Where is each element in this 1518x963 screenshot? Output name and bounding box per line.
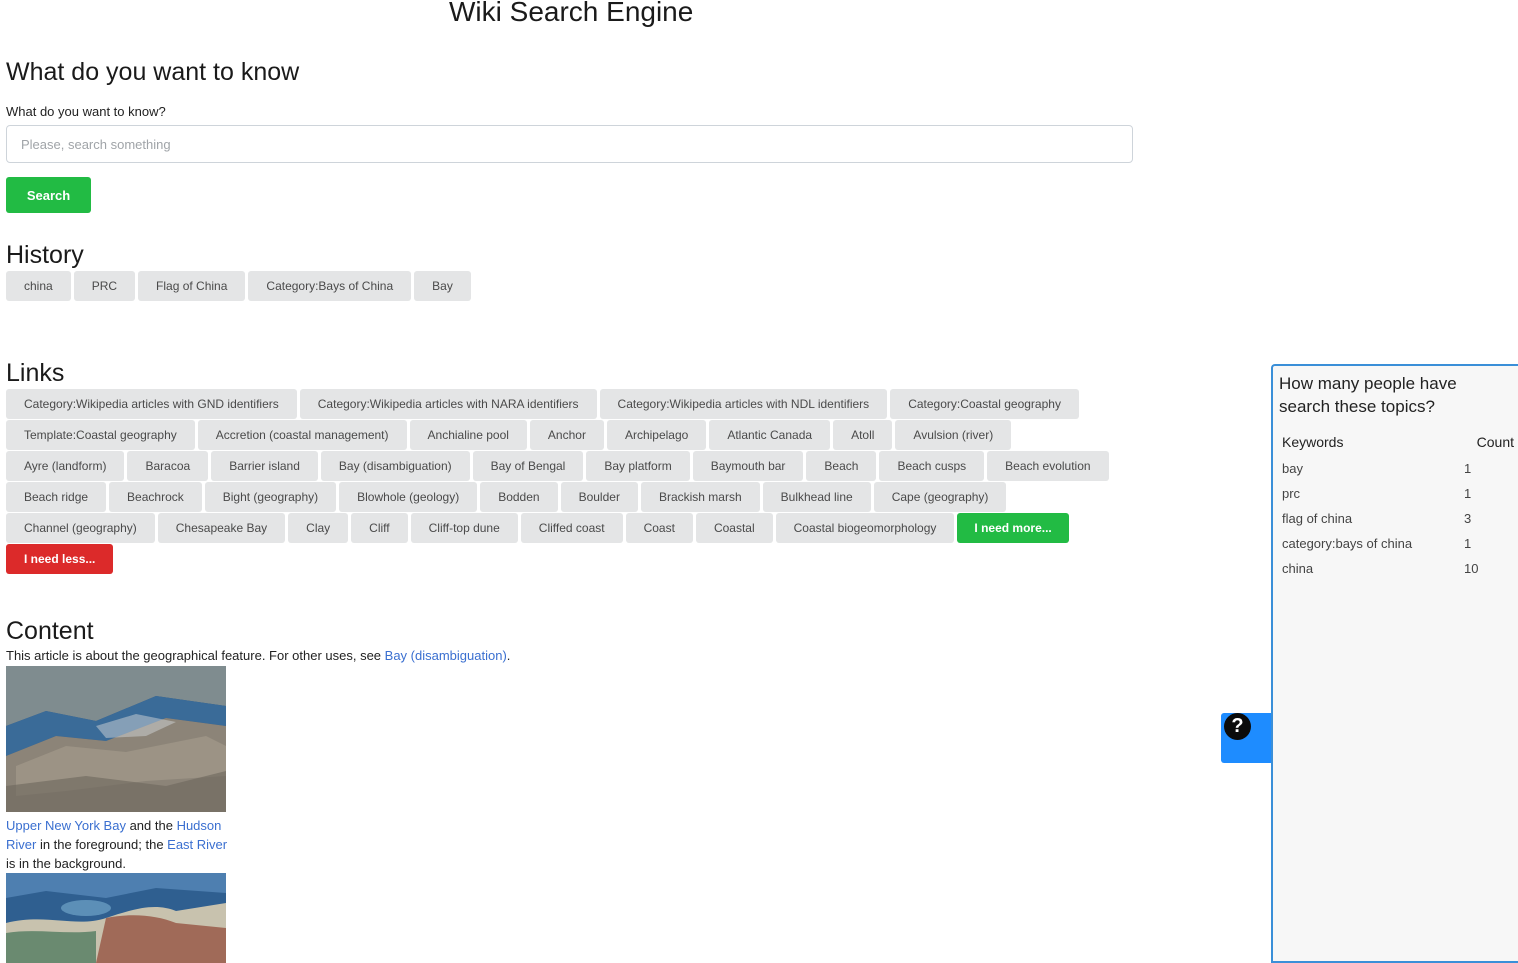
count-cell: 3 [1464, 511, 1472, 526]
link-item[interactable]: Barrier island [211, 451, 318, 481]
link-item[interactable]: Category:Wikipedia articles with GND ide… [6, 389, 297, 419]
link-item[interactable]: Bulkhead line [762, 482, 871, 512]
site-title: Wiki Search Engine [449, 0, 694, 27]
link-item[interactable]: Anchialine pool [409, 420, 527, 450]
caption-text: and the [125, 818, 177, 833]
stats-table: Keywords Count bay 1 prc 1 flag of china… [1282, 434, 1514, 581]
link-item[interactable]: Archipelago [606, 420, 707, 450]
link-item[interactable]: Bodden [480, 482, 558, 512]
stats-panel: How many people have search these topics… [1271, 364, 1518, 963]
link-item[interactable]: Cliff-top dune [410, 513, 518, 543]
link-item[interactable]: Beach ridge [6, 482, 107, 512]
link-item[interactable]: Category:Wikipedia articles with NDL ide… [599, 389, 888, 419]
table-row: category:bays of china 1 [1282, 531, 1514, 556]
count-cell: 1 [1464, 486, 1472, 501]
count-column-header: Count [1476, 434, 1514, 450]
bay-coast-image [6, 873, 226, 963]
link-item[interactable]: Beach evolution [987, 451, 1109, 481]
link-item[interactable]: Boulder [560, 482, 638, 512]
content-intro: This article is about the geographical f… [6, 648, 510, 663]
link-item[interactable]: Blowhole (geology) [339, 482, 478, 512]
link-item[interactable]: Clay [288, 513, 349, 543]
caption-text: is in the background. [6, 856, 126, 871]
link-item[interactable]: Coastal [695, 513, 773, 543]
stats-title: How many people have search these topics… [1279, 374, 1457, 416]
link-item[interactable]: Ayre (landform) [6, 451, 125, 481]
caption-link-upper-new-york-bay[interactable]: Upper New York Bay [6, 818, 126, 833]
link-item[interactable]: Cape (geography) [873, 482, 1007, 512]
history-item[interactable]: Bay [414, 271, 471, 301]
link-item[interactable]: Baracoa [127, 451, 209, 481]
table-row: china 10 [1282, 556, 1514, 581]
link-item[interactable]: Avulsion (river) [895, 420, 1012, 450]
link-item[interactable]: Beach [806, 451, 877, 481]
link-item[interactable]: Cliff [351, 513, 408, 543]
link-item[interactable]: Category:Coastal geography [890, 389, 1079, 419]
content-heading: Content [6, 617, 94, 645]
search-heading: What do you want to know [6, 58, 300, 86]
link-item[interactable]: Bay of Bengal [472, 451, 584, 481]
keyword-cell: category:bays of china [1282, 536, 1413, 551]
link-item[interactable]: Coast [625, 513, 693, 543]
link-item[interactable]: Baymouth bar [692, 451, 804, 481]
link-item[interactable]: Template:Coastal geography [6, 420, 195, 450]
link-item[interactable]: Bay platform [586, 451, 690, 481]
link-item[interactable]: Category:Wikipedia articles with NARA id… [299, 389, 597, 419]
disambiguation-link[interactable]: Bay (disambiguation) [385, 648, 507, 663]
search-input[interactable] [6, 125, 1133, 163]
search-label: What do you want to know? [6, 104, 166, 119]
link-item[interactable]: Accretion (coastal management) [197, 420, 407, 450]
question-circle-icon[interactable]: ? [1224, 713, 1251, 740]
intro-text: This article is about the geographical f… [6, 648, 385, 663]
keyword-cell: prc [1282, 486, 1301, 501]
intro-end: . [506, 648, 511, 663]
link-item[interactable]: Chesapeake Bay [157, 513, 286, 543]
count-cell: 10 [1464, 561, 1479, 576]
link-item[interactable]: Bay (disambiguation) [320, 451, 470, 481]
link-item[interactable]: Atlantic Canada [709, 420, 831, 450]
bay-aerial-image [6, 666, 226, 812]
caption-link-east-river[interactable]: East River [167, 837, 227, 852]
keyword-cell: china [1282, 561, 1314, 576]
count-cell: 1 [1464, 461, 1472, 476]
link-item[interactable]: Anchor [529, 420, 604, 450]
history-item[interactable]: Category:Bays of China [248, 271, 412, 301]
keywords-column-header: Keywords [1282, 434, 1344, 450]
search-button[interactable]: Search [6, 177, 91, 213]
keyword-cell: bay [1282, 461, 1303, 476]
link-item[interactable]: Beachrock [109, 482, 202, 512]
history-heading: History [6, 241, 84, 269]
history-item[interactable]: Flag of China [138, 271, 246, 301]
history-item[interactable]: china [6, 271, 71, 301]
link-item[interactable]: Coastal biogeomorphology [775, 513, 955, 543]
image-caption: Upper New York Bay and the Hudson River … [6, 816, 231, 873]
link-item[interactable]: Cliffed coast [520, 513, 623, 543]
link-item[interactable]: Atoll [833, 420, 893, 450]
keyword-cell: flag of china [1282, 511, 1353, 526]
history-list: china PRC Flag of China Category:Bays of… [6, 271, 471, 301]
table-row: bay 1 [1282, 456, 1514, 481]
more-links-button[interactable]: I need more... [957, 513, 1069, 543]
history-item[interactable]: PRC [73, 271, 136, 301]
table-row: prc 1 [1282, 481, 1514, 506]
stats-header-row: Keywords Count [1282, 434, 1514, 456]
less-links-button[interactable]: I need less... [6, 544, 114, 574]
links-list: Category:Wikipedia articles with GND ide… [6, 389, 1116, 574]
link-item[interactable]: Channel (geography) [6, 513, 155, 543]
links-heading: Links [6, 359, 65, 387]
link-item[interactable]: Brackish marsh [640, 482, 760, 512]
caption-text: in the foreground; the [36, 837, 168, 852]
link-item[interactable]: Bight (geography) [204, 482, 337, 512]
link-item[interactable]: Beach cusps [879, 451, 985, 481]
page: Wiki Search Engine What do you want to k… [0, 0, 1518, 963]
count-cell: 1 [1464, 536, 1472, 551]
table-row: flag of china 3 [1282, 506, 1514, 531]
